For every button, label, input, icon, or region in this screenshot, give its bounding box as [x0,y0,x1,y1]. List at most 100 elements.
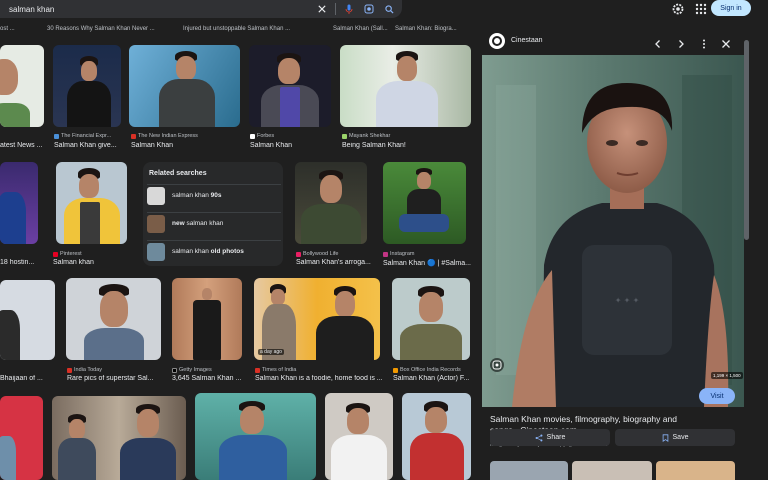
top-label[interactable]: Salman Khan (Sall... [333,26,388,32]
related-bold: old photos [210,248,244,255]
settings-gear-icon[interactable] [671,2,685,16]
preview-image[interactable]: ✦ ✦ ✦ [482,55,744,407]
related-image-thumb[interactable] [572,461,652,480]
result-source: Getty Images [172,367,212,373]
save-button[interactable]: Save [615,429,735,446]
top-label[interactable]: Salman Khan: Biogra... [395,26,457,32]
image-result[interactable] [53,45,121,127]
related-search-item[interactable]: salman khan 90s [147,184,281,206]
image-result[interactable] [249,45,331,127]
site-logo-icon [489,33,505,49]
source-name: India Today [74,367,103,373]
source-name: Times of India [262,367,297,373]
result-caption[interactable]: Salman Khan 🔵 | #Salma... [383,259,471,267]
image-result[interactable] [66,278,161,360]
related-thumbnail [147,186,165,205]
image-result[interactable] [383,162,466,244]
close-icon[interactable] [721,36,731,48]
result-source: Box Office India Records [393,367,461,373]
image-result[interactable] [172,278,242,360]
result-source: Forbes [250,133,274,139]
related-search-item[interactable]: salman khan old photos [147,240,281,262]
favicon-icon [54,133,59,139]
top-label[interactable]: 30 Reasons Why Salman Khan Never ... [47,26,155,32]
result-caption[interactable]: atest News ... [0,142,44,149]
site-name[interactable]: Cinestaan [511,37,543,44]
image-dimensions: 1,199 × 1,500 [711,372,743,379]
result-caption[interactable]: Salman Khan is a foodie, home food is ..… [255,375,383,382]
top-label[interactable]: Injured but unstoppable Salman Khan ... [183,26,290,32]
related-bold: 90s [210,192,222,199]
share-button[interactable]: Share [490,429,610,446]
result-caption[interactable]: Salman Khan [131,142,231,149]
result-source: Pinterest [53,251,82,257]
favicon-icon [172,367,177,373]
result-source: India Today [67,367,102,373]
related-thumbnail [147,242,165,261]
svg-text:✦ ✦ ✦: ✦ ✦ ✦ [615,296,640,305]
image-result[interactable] [0,396,43,480]
source-name: The Financial Expr... [61,133,112,139]
related-search-label: salman khan 90s [172,192,222,199]
favicon-icon [250,133,255,139]
source-name: Forbes [257,133,275,139]
result-caption[interactable]: Salman Khan (Actor) F... [393,375,473,382]
result-source: The Financial Expr... [54,133,111,139]
result-caption[interactable]: Being Salman Khan! [342,142,462,149]
favicon-icon [67,367,72,373]
visual-search-lens-icon[interactable] [490,358,504,372]
related-image-thumb[interactable] [656,461,735,480]
result-source: Bollywood Life [296,251,338,257]
save-label: Save [672,434,689,441]
image-result[interactable] [0,280,55,360]
related-search-item[interactable]: new salman khan [147,212,281,234]
result-caption[interactable]: Salman khan [53,259,123,266]
visit-button[interactable]: Visit [699,388,735,404]
more-options-icon[interactable] [699,36,709,49]
favicon-icon [393,367,398,373]
chevron-right-icon[interactable] [676,36,686,48]
favicon-icon [131,133,136,139]
top-label[interactable]: ost ... [0,26,15,32]
time-badge: a day ago [258,349,284,355]
image-result[interactable] [195,393,316,480]
image-result[interactable] [295,162,367,244]
result-caption[interactable]: 3,645 Salman Khan ... [172,375,244,382]
favicon-icon [383,251,388,257]
image-result[interactable] [254,278,380,360]
image-result[interactable] [340,45,471,127]
source-name: Mayank Shekhar [349,133,391,139]
image-result[interactable] [325,393,393,480]
image-result[interactable] [402,393,471,480]
related-suffix: salman khan [184,220,224,227]
image-result[interactable] [0,162,38,244]
result-caption[interactable]: 18 hostin... [0,259,40,266]
image-result[interactable] [52,396,186,480]
source-name: Pinterest [60,251,82,257]
image-result[interactable] [0,45,44,127]
sign-in-button[interactable]: Sign in [711,0,751,16]
related-searches-title: Related searches [149,170,207,177]
related-prefix: salman khan [172,192,211,199]
favicon-icon [255,367,260,373]
related-search-label: salman khan old photos [172,248,244,255]
image-result[interactable] [392,278,470,360]
result-caption[interactable]: Bhaijaan of ... [0,375,52,382]
source-name: The New Indian Express [138,133,198,139]
result-source: Times of India [255,367,296,373]
favicon-icon [296,251,301,257]
panel-scrollbar[interactable] [744,40,749,240]
image-result[interactable] [56,162,127,244]
apps-grid-icon[interactable] [694,2,708,16]
related-prefix: salman khan [172,248,211,255]
related-thumbnail [147,214,165,233]
chevron-left-icon[interactable] [653,36,663,48]
image-result[interactable] [129,45,240,127]
related-bold: new [172,220,185,227]
result-caption[interactable]: Salman Khan's arroga... [296,259,372,266]
result-caption[interactable]: Salman Khan [250,142,330,149]
result-caption[interactable]: Salman Khan give... [54,142,124,149]
related-image-thumb[interactable] [490,461,568,480]
result-caption[interactable]: Rare pics of superstar Sal... [67,375,161,382]
bookmark-icon [662,433,668,442]
